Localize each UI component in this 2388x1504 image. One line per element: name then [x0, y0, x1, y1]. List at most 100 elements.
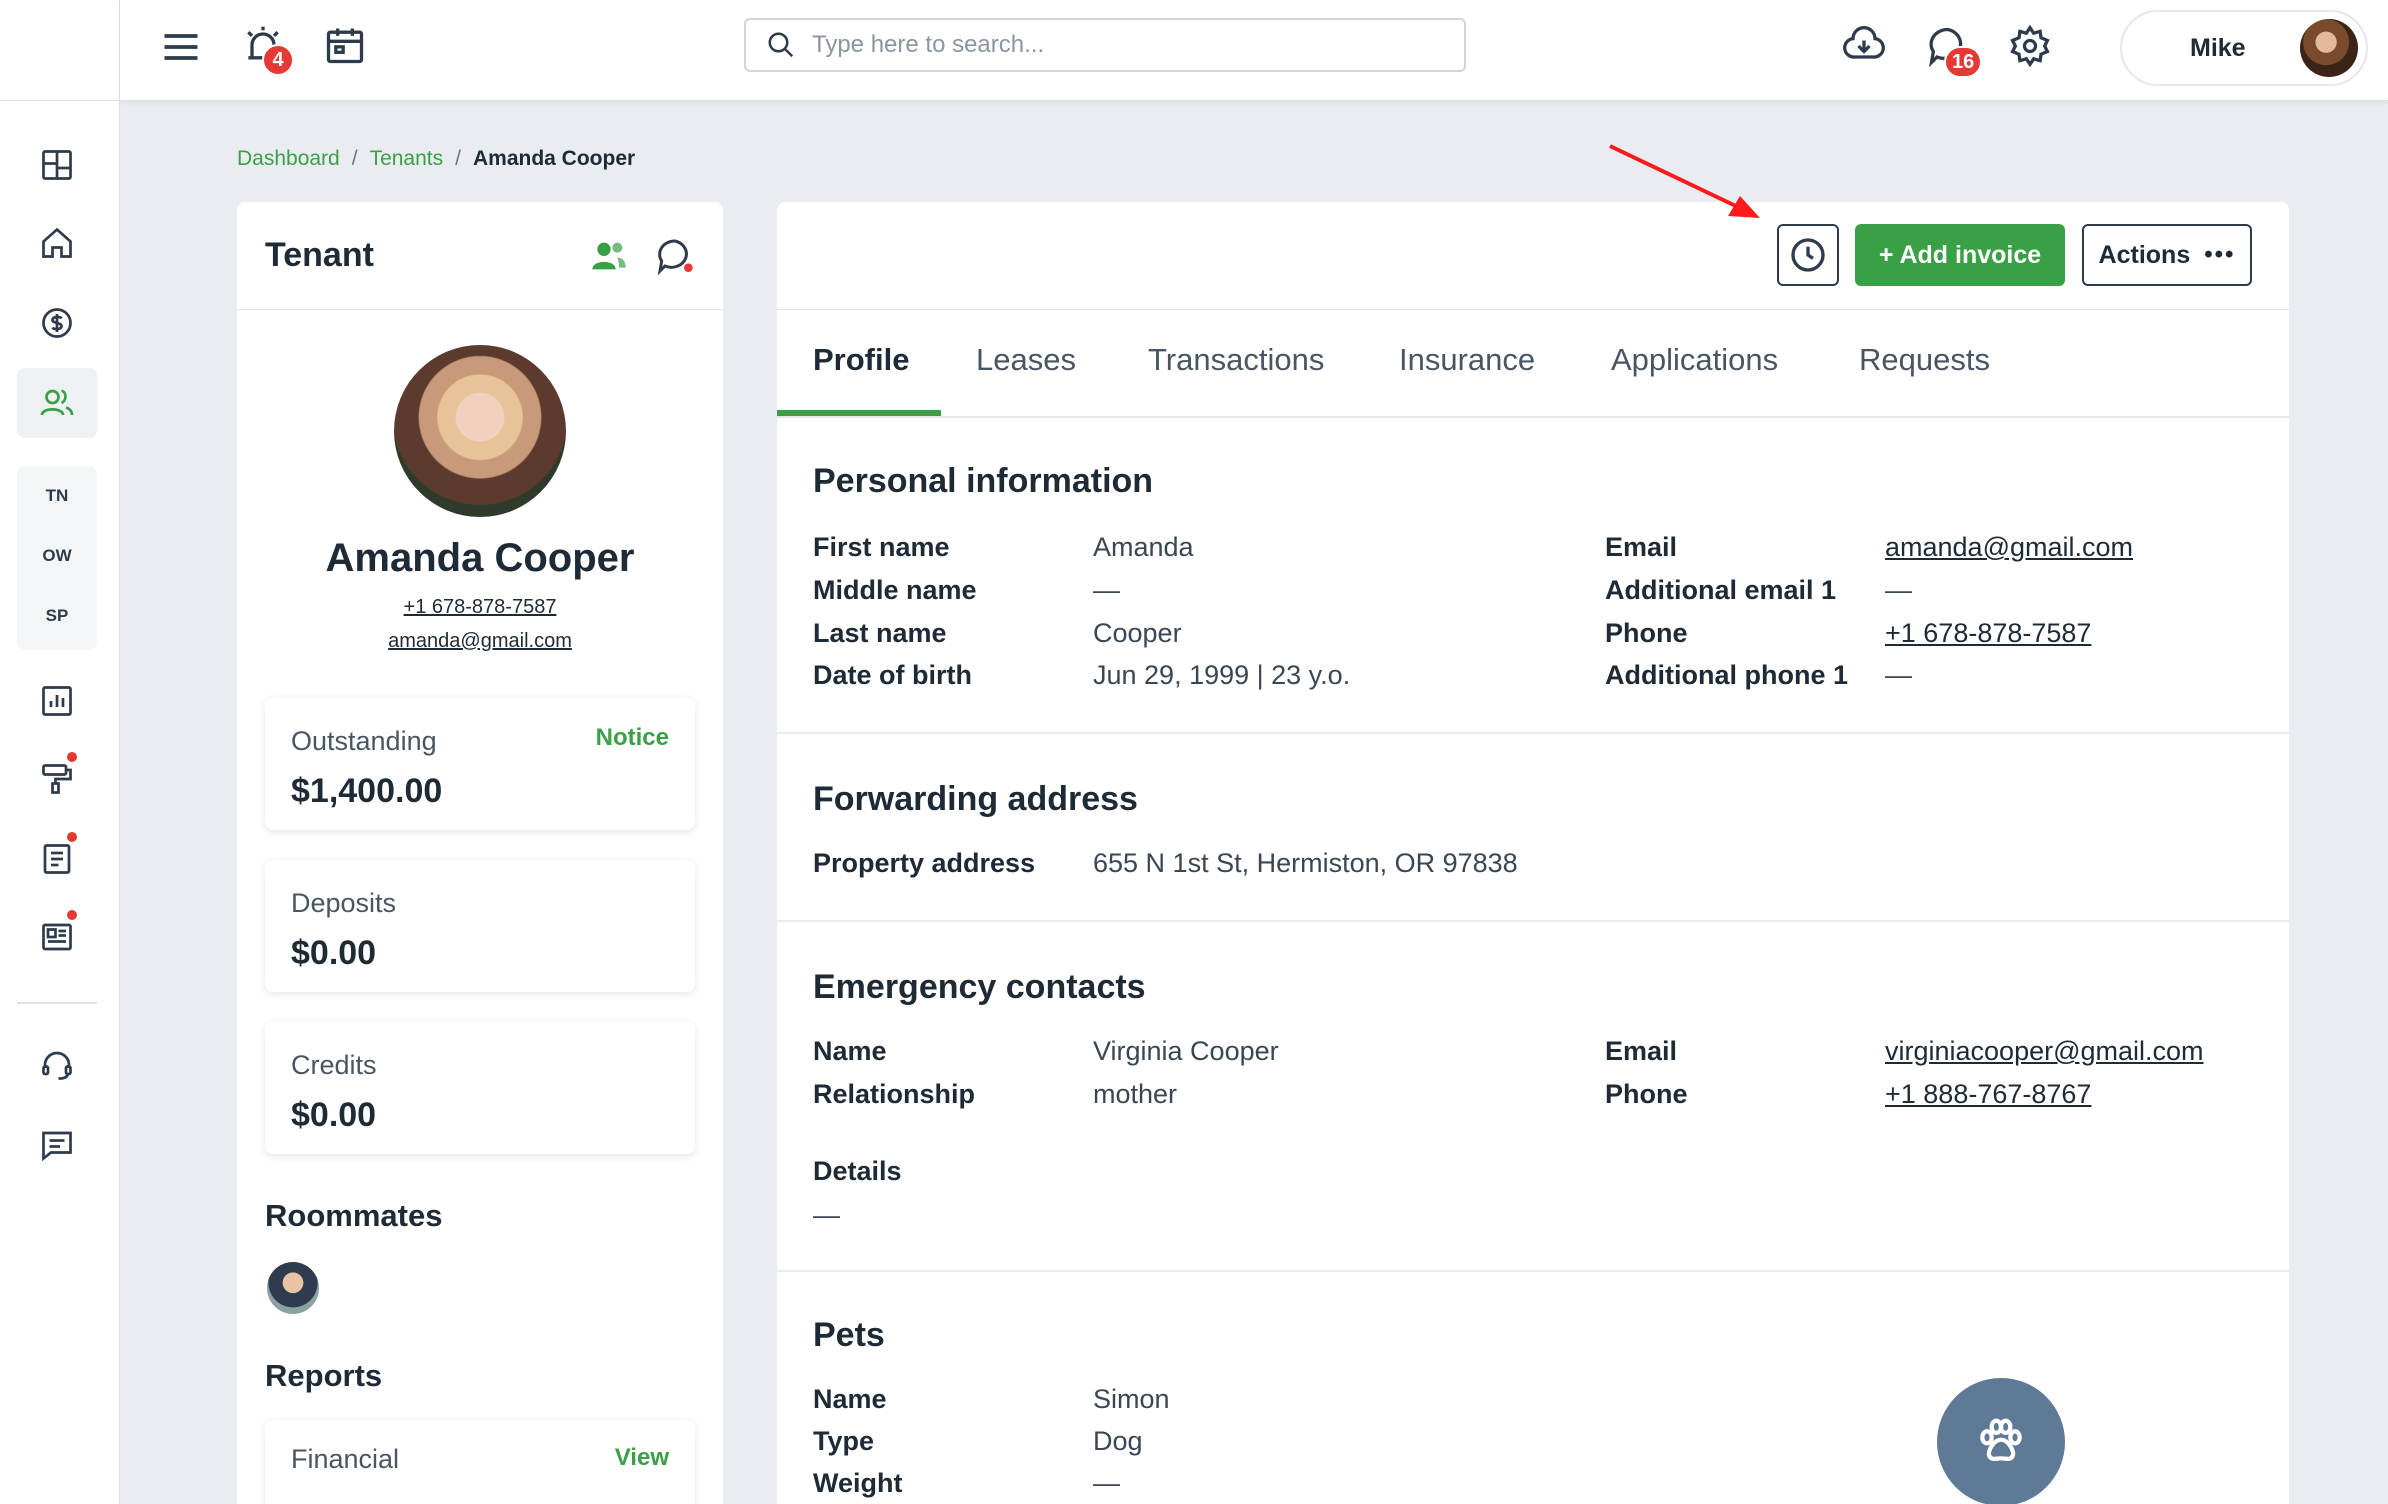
- dob-label: Date of birth: [813, 660, 972, 690]
- rail-maintenance[interactable]: [17, 744, 97, 814]
- outstanding-label: Outstanding: [291, 726, 437, 756]
- last-name-value: Cooper: [1093, 618, 1182, 648]
- rail-shortcut-sp[interactable]: SP: [17, 606, 97, 626]
- pets-section: Pets Name Simon Type Dog Weight —: [777, 1272, 2289, 1504]
- middle-name-value: —: [1093, 575, 1120, 605]
- tenant-phone-link[interactable]: +1 678-878-7587: [237, 596, 723, 619]
- breadcrumb-current: Amanda Cooper: [472, 147, 636, 170]
- financial-label: Financial: [291, 1444, 400, 1474]
- pet-name-label: Name: [813, 1384, 887, 1414]
- rail-listings[interactable]: [17, 902, 97, 972]
- phone-label: Phone: [1605, 618, 1688, 648]
- email-link[interactable]: amanda@gmail.com: [1885, 532, 2133, 563]
- cloud-download-icon: [1843, 26, 1885, 59]
- notification-dot: [67, 910, 77, 920]
- settings-button[interactable]: [2004, 20, 2056, 72]
- tenant-email-link[interactable]: amanda@gmail.com: [237, 630, 723, 653]
- tab-insurance[interactable]: Insurance: [1399, 342, 1535, 378]
- download-button[interactable]: [1838, 20, 1890, 72]
- notification-dot: [67, 832, 77, 842]
- pet-name-value: Simon: [1093, 1384, 1170, 1414]
- personal-info-section: Personal information First name Amanda M…: [777, 418, 2289, 734]
- profile-card-header: + Add invoice Actions •••: [777, 202, 2289, 310]
- middle-name-label: Middle name: [813, 575, 977, 605]
- tab-profile[interactable]: Profile: [813, 342, 909, 378]
- phone-link[interactable]: +1 678-878-7587: [1885, 618, 2091, 649]
- pet-type-value: Dog: [1093, 1426, 1143, 1456]
- personal-info-title: Personal information: [813, 462, 1154, 500]
- search-input[interactable]: [812, 31, 1412, 59]
- deposits-card: Deposits $0.00: [265, 860, 695, 992]
- rail-payments[interactable]: [17, 288, 97, 358]
- pet-photo-button[interactable]: [1937, 1378, 2065, 1504]
- rail-dashboard[interactable]: [17, 130, 97, 200]
- breadcrumb-separator: /: [351, 147, 358, 170]
- breadcrumb-separator: /: [455, 147, 461, 170]
- users-icon: [592, 242, 626, 270]
- outstanding-value: $1,400.00: [291, 772, 443, 810]
- emergency-contacts-title: Emergency contacts: [813, 968, 1146, 1006]
- document-icon: [43, 844, 71, 874]
- rail-documents[interactable]: [17, 824, 97, 894]
- rail-reports[interactable]: [17, 666, 97, 736]
- contact-email-link[interactable]: virginiacooper@gmail.com: [1885, 1036, 2204, 1067]
- tab-requests[interactable]: Requests: [1859, 342, 1990, 378]
- tenant-card-header: Tenant: [237, 202, 723, 310]
- add-invoice-button[interactable]: + Add invoice: [1855, 224, 2065, 286]
- calendar-icon: [326, 28, 364, 64]
- messages-badge: 16: [1944, 46, 1983, 78]
- rail-tenants[interactable]: [17, 368, 97, 438]
- left-rail: TN OW SP: [0, 0, 120, 1504]
- contact-name-label: Name: [813, 1036, 887, 1066]
- pet-weight-value: —: [1093, 1468, 1120, 1498]
- rail-properties[interactable]: [17, 208, 97, 278]
- tenant-name: Amanda Cooper: [325, 536, 635, 580]
- tenant-portal-button[interactable]: [589, 236, 629, 276]
- forwarding-address-title: Forwarding address: [813, 780, 1138, 818]
- credits-value: $0.00: [291, 1096, 377, 1134]
- breadcrumb-dashboard[interactable]: Dashboard: [237, 147, 340, 171]
- tenant-card: Tenant Amanda Cooper +1 678-878-7587 ama…: [237, 202, 723, 1504]
- clock-icon: [1791, 238, 1825, 272]
- rail-shortcut-tn[interactable]: TN: [17, 486, 97, 506]
- actions-button[interactable]: Actions •••: [2082, 224, 2252, 286]
- roommate-avatar[interactable]: [267, 1262, 319, 1314]
- first-name-label: First name: [813, 532, 950, 562]
- financial-view-link[interactable]: View: [615, 1444, 669, 1472]
- user-menu[interactable]: Mike: [2120, 10, 2368, 86]
- tab-applications[interactable]: Applications: [1611, 342, 1778, 378]
- tab-leases[interactable]: Leases: [976, 342, 1076, 378]
- roommates-title: Roommates: [265, 1198, 443, 1233]
- paw-icon: [1980, 1418, 2022, 1462]
- calendar-button[interactable]: [320, 20, 370, 70]
- alerts-button[interactable]: 4: [238, 20, 294, 76]
- user-name: Mike: [2190, 33, 2246, 62]
- additional-phone-label: Additional phone 1: [1605, 660, 1848, 690]
- rail-logo-area: [0, 0, 119, 101]
- messages-button[interactable]: 16: [1922, 20, 1983, 78]
- dollar-circle-icon: [42, 308, 72, 338]
- tenant-card-title: Tenant: [265, 236, 374, 274]
- breadcrumb-tenants[interactable]: Tenants: [370, 147, 444, 171]
- notice-link[interactable]: Notice: [596, 724, 669, 752]
- contact-email-label: Email: [1605, 1036, 1678, 1066]
- top-bar: 4 16 Mike: [120, 0, 2388, 101]
- headset-icon: [42, 1051, 72, 1080]
- financial-report-card: Financial View: [265, 1420, 695, 1504]
- credits-label: Credits: [291, 1050, 377, 1080]
- contact-phone-label: Phone: [1605, 1079, 1688, 1109]
- rail-feedback[interactable]: [17, 1110, 97, 1180]
- more-dots-icon: •••: [2204, 241, 2236, 268]
- reports-title: Reports: [265, 1358, 383, 1393]
- home-icon: [42, 227, 72, 258]
- pet-weight-label: Weight: [813, 1468, 903, 1498]
- tenant-chat-button[interactable]: [655, 236, 695, 276]
- profile-tabs: Profile Leases Transactions Insurance Ap…: [777, 310, 2289, 418]
- additional-email-value: —: [1885, 575, 1912, 605]
- rail-shortcut-ow[interactable]: OW: [17, 546, 97, 566]
- rail-support[interactable]: [17, 1030, 97, 1100]
- contact-phone-link[interactable]: +1 888-767-8767: [1885, 1079, 2091, 1110]
- history-button[interactable]: [1777, 224, 1839, 286]
- menu-button[interactable]: [156, 22, 206, 72]
- tab-transactions[interactable]: Transactions: [1148, 342, 1324, 378]
